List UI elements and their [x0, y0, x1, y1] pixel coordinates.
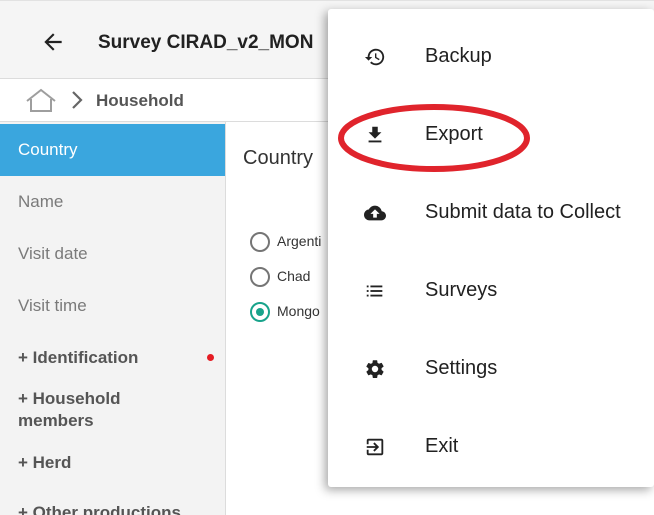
- sidebar-item-visit-date[interactable]: Visit date: [0, 244, 225, 264]
- menu-label: Exit: [425, 435, 459, 457]
- restore-icon: [364, 46, 386, 68]
- radio-button-checked[interactable]: [250, 302, 270, 322]
- app-title: Survey CIRAD_v2_MON: [98, 32, 314, 53]
- breadcrumb-home-button[interactable]: [24, 87, 58, 113]
- sidebar-item-name[interactable]: Name: [0, 192, 225, 212]
- menu-item-exit[interactable]: Exit: [328, 417, 654, 477]
- menu-item-surveys[interactable]: Surveys: [328, 261, 654, 321]
- arrow-left-icon: [44, 33, 62, 51]
- sidebar-item-herd[interactable]: + Herd: [0, 453, 225, 473]
- overflow-menu: Backup Export Submit data to Collect Sur…: [328, 9, 654, 487]
- menu-label: Surveys: [425, 279, 498, 301]
- sidebar-item-visit-time[interactable]: Visit time: [0, 296, 225, 316]
- gear-icon: [364, 358, 386, 380]
- radio-button[interactable]: [250, 232, 270, 252]
- list-icon: [364, 280, 386, 302]
- radio-button[interactable]: [250, 267, 270, 287]
- menu-label: Backup: [425, 45, 492, 67]
- chevron-right-icon: [70, 90, 84, 110]
- radio-label: Chad: [277, 268, 311, 284]
- menu-label: Submit data to Collect: [425, 201, 621, 223]
- sidebar-item-household-members[interactable]: + Household members: [0, 388, 150, 432]
- menu-item-backup[interactable]: Backup: [328, 27, 654, 87]
- menu-item-submit-data[interactable]: Submit data to Collect: [328, 183, 654, 243]
- sidebar-item-identification[interactable]: + Identification: [0, 348, 225, 368]
- radio-label: Argenti: [277, 233, 322, 249]
- exit-icon: [364, 436, 386, 458]
- sidebar-item-other-productions[interactable]: + Other productions: [0, 503, 225, 515]
- radio-label: Mongo: [277, 303, 320, 319]
- question-title: Country: [243, 147, 314, 169]
- error-indicator: [207, 354, 214, 361]
- menu-item-settings[interactable]: Settings: [328, 339, 654, 399]
- home-icon: [26, 88, 56, 112]
- sidebar: Country Name Visit date Visit time + Ide…: [0, 122, 226, 515]
- breadcrumb-current[interactable]: Household: [96, 91, 184, 111]
- sidebar-item-country[interactable]: Country: [0, 124, 225, 176]
- cloud-upload-icon: [364, 202, 386, 224]
- highlight-annotation: [338, 104, 530, 172]
- back-button[interactable]: [40, 29, 66, 55]
- menu-label: Settings: [425, 357, 498, 379]
